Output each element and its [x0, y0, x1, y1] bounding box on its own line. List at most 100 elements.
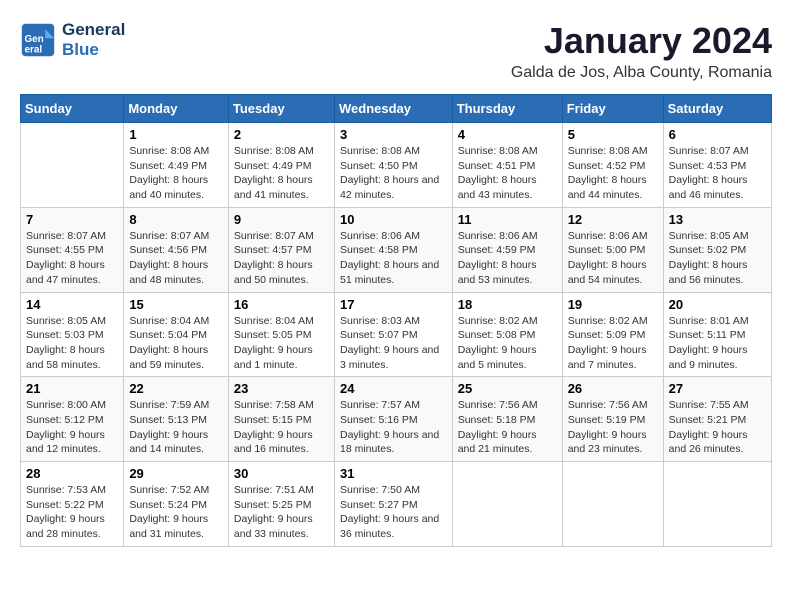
day-info: Sunrise: 7:55 AMSunset: 5:21 PMDaylight:… — [669, 398, 766, 457]
calendar-cell — [21, 123, 124, 208]
calendar-cell: 16Sunrise: 8:04 AMSunset: 5:05 PMDayligh… — [228, 292, 334, 377]
calendar-cell: 5Sunrise: 8:08 AMSunset: 4:52 PMDaylight… — [562, 123, 663, 208]
weekday-header-sunday: Sunday — [21, 95, 124, 123]
calendar-cell: 9 Sunrise: 8:07 AMSunset: 4:57 PMDaylight… — [228, 207, 334, 292]
day-number: 24 — [340, 381, 447, 396]
day-info: Sunrise: 7:57 AMSunset: 5:16 PMDaylight:… — [340, 398, 447, 457]
day-number: 13 — [669, 212, 766, 227]
calendar-cell: 10 Sunrise: 8:06 AMSunset: 4:58 PMDayligh… — [334, 207, 452, 292]
logo: Gen eral General Blue — [20, 20, 125, 60]
calendar-title: January 2024 — [511, 20, 772, 62]
calendar-cell: 19 Sunrise: 8:02 AMSunset: 5:09 PMDayligh… — [562, 292, 663, 377]
calendar-week-row: 21 Sunrise: 8:00 AMSunset: 5:12 PMDayligh… — [21, 377, 772, 462]
day-info: Sunrise: 7:51 AMSunset: 5:25 PMDaylight:… — [234, 483, 329, 542]
day-info: Sunrise: 8:00 AMSunset: 5:12 PMDaylight:… — [26, 398, 118, 457]
day-info: Sunrise: 8:04 AMSunset: 5:05 PMDaylight:… — [234, 314, 329, 373]
weekday-header-saturday: Saturday — [663, 95, 771, 123]
day-info: Sunrise: 8:08 AMSunset: 4:49 PMDaylight:… — [234, 144, 329, 203]
day-number: 17 — [340, 297, 447, 312]
day-info: Sunrise: 7:56 AMSunset: 5:19 PMDaylight:… — [568, 398, 658, 457]
day-number: 19 — [568, 297, 658, 312]
calendar-week-row: 14Sunrise: 8:05 AMSunset: 5:03 PMDayligh… — [21, 292, 772, 377]
day-info: Sunrise: 8:07 AMSunset: 4:53 PMDaylight:… — [669, 144, 766, 203]
day-info: Sunrise: 8:08 AMSunset: 4:49 PMDaylight:… — [129, 144, 223, 203]
day-number: 9 — [234, 212, 329, 227]
calendar-cell: 23Sunrise: 7:58 AMSunset: 5:15 PMDayligh… — [228, 377, 334, 462]
logo-icon: Gen eral — [20, 22, 56, 58]
calendar-cell: 2Sunrise: 8:08 AMSunset: 4:49 PMDaylight… — [228, 123, 334, 208]
day-info: Sunrise: 8:02 AMSunset: 5:08 PMDaylight:… — [458, 314, 557, 373]
svg-text:Gen: Gen — [25, 34, 44, 45]
calendar-cell: 28 Sunrise: 7:53 AMSunset: 5:22 PMDayligh… — [21, 462, 124, 547]
day-number: 5 — [568, 127, 658, 142]
day-info: Sunrise: 7:58 AMSunset: 5:15 PMDaylight:… — [234, 398, 329, 457]
calendar-cell: 6 Sunrise: 8:07 AMSunset: 4:53 PMDaylight… — [663, 123, 771, 208]
day-info: Sunrise: 8:07 AMSunset: 4:57 PMDaylight:… — [234, 229, 329, 288]
calendar-cell: 18 Sunrise: 8:02 AMSunset: 5:08 PMDayligh… — [452, 292, 562, 377]
page-header: Gen eral General Blue January 2024 Galda… — [20, 20, 772, 82]
day-info: Sunrise: 8:02 AMSunset: 5:09 PMDaylight:… — [568, 314, 658, 373]
calendar-cell: 3Sunrise: 8:08 AMSunset: 4:50 PMDaylight… — [334, 123, 452, 208]
calendar-cell: 21 Sunrise: 8:00 AMSunset: 5:12 PMDayligh… — [21, 377, 124, 462]
calendar-cell: 7 Sunrise: 8:07 AMSunset: 4:55 PMDaylight… — [21, 207, 124, 292]
calendar-cell: 8 Sunrise: 8:07 AMSunset: 4:56 PMDaylight… — [124, 207, 229, 292]
svg-text:eral: eral — [25, 45, 43, 56]
day-number: 25 — [458, 381, 557, 396]
day-info: Sunrise: 7:53 AMSunset: 5:22 PMDaylight:… — [26, 483, 118, 542]
day-number: 7 — [26, 212, 118, 227]
calendar-subtitle: Galda de Jos, Alba County, Romania — [511, 64, 772, 82]
weekday-header-wednesday: Wednesday — [334, 95, 452, 123]
day-number: 8 — [129, 212, 223, 227]
day-info: Sunrise: 8:07 AMSunset: 4:55 PMDaylight:… — [26, 229, 118, 288]
logo-text: General Blue — [62, 20, 125, 60]
day-number: 30 — [234, 466, 329, 481]
calendar-week-row: 7 Sunrise: 8:07 AMSunset: 4:55 PMDaylight… — [21, 207, 772, 292]
day-number: 4 — [458, 127, 557, 142]
day-number: 1 — [129, 127, 223, 142]
calendar-week-row: 1 Sunrise: 8:08 AMSunset: 4:49 PMDaylight… — [21, 123, 772, 208]
calendar-cell: 15Sunrise: 8:04 AMSunset: 5:04 PMDayligh… — [124, 292, 229, 377]
calendar-cell: 4Sunrise: 8:08 AMSunset: 4:51 PMDaylight… — [452, 123, 562, 208]
day-number: 18 — [458, 297, 557, 312]
day-info: Sunrise: 8:01 AMSunset: 5:11 PMDaylight:… — [669, 314, 766, 373]
day-number: 6 — [669, 127, 766, 142]
day-info: Sunrise: 8:07 AMSunset: 4:56 PMDaylight:… — [129, 229, 223, 288]
calendar-table: SundayMondayTuesdayWednesdayThursdayFrid… — [20, 94, 772, 547]
day-info: Sunrise: 7:56 AMSunset: 5:18 PMDaylight:… — [458, 398, 557, 457]
day-number: 22 — [129, 381, 223, 396]
calendar-cell: 24 Sunrise: 7:57 AMSunset: 5:16 PMDayligh… — [334, 377, 452, 462]
day-number: 21 — [26, 381, 118, 396]
weekday-header-monday: Monday — [124, 95, 229, 123]
calendar-cell: 12Sunrise: 8:06 AMSunset: 5:00 PMDayligh… — [562, 207, 663, 292]
calendar-cell — [452, 462, 562, 547]
day-number: 26 — [568, 381, 658, 396]
calendar-cell: 1 Sunrise: 8:08 AMSunset: 4:49 PMDaylight… — [124, 123, 229, 208]
title-section: January 2024 Galda de Jos, Alba County, … — [511, 20, 772, 82]
weekday-header-friday: Friday — [562, 95, 663, 123]
day-number: 10 — [340, 212, 447, 227]
day-info: Sunrise: 8:03 AMSunset: 5:07 PMDaylight:… — [340, 314, 447, 373]
day-info: Sunrise: 8:06 AMSunset: 4:58 PMDaylight:… — [340, 229, 447, 288]
calendar-cell — [663, 462, 771, 547]
day-info: Sunrise: 8:06 AMSunset: 4:59 PMDaylight:… — [458, 229, 557, 288]
calendar-cell: 20Sunrise: 8:01 AMSunset: 5:11 PMDayligh… — [663, 292, 771, 377]
calendar-cell — [562, 462, 663, 547]
day-info: Sunrise: 8:05 AMSunset: 5:03 PMDaylight:… — [26, 314, 118, 373]
day-number: 15 — [129, 297, 223, 312]
day-number: 3 — [340, 127, 447, 142]
calendar-cell: 11Sunrise: 8:06 AMSunset: 4:59 PMDayligh… — [452, 207, 562, 292]
day-number: 29 — [129, 466, 223, 481]
calendar-cell: 31Sunrise: 7:50 AMSunset: 5:27 PMDayligh… — [334, 462, 452, 547]
weekday-header-thursday: Thursday — [452, 95, 562, 123]
day-info: Sunrise: 7:52 AMSunset: 5:24 PMDaylight:… — [129, 483, 223, 542]
weekday-header-row: SundayMondayTuesdayWednesdayThursdayFrid… — [21, 95, 772, 123]
day-number: 28 — [26, 466, 118, 481]
calendar-cell: 29 Sunrise: 7:52 AMSunset: 5:24 PMDayligh… — [124, 462, 229, 547]
calendar-cell: 26 Sunrise: 7:56 AMSunset: 5:19 PMDayligh… — [562, 377, 663, 462]
calendar-cell: 27 Sunrise: 7:55 AMSunset: 5:21 PMDayligh… — [663, 377, 771, 462]
day-info: Sunrise: 7:50 AMSunset: 5:27 PMDaylight:… — [340, 483, 447, 542]
calendar-cell: 25 Sunrise: 7:56 AMSunset: 5:18 PMDayligh… — [452, 377, 562, 462]
weekday-header-tuesday: Tuesday — [228, 95, 334, 123]
calendar-cell: 22Sunrise: 7:59 AMSunset: 5:13 PMDayligh… — [124, 377, 229, 462]
day-number: 27 — [669, 381, 766, 396]
